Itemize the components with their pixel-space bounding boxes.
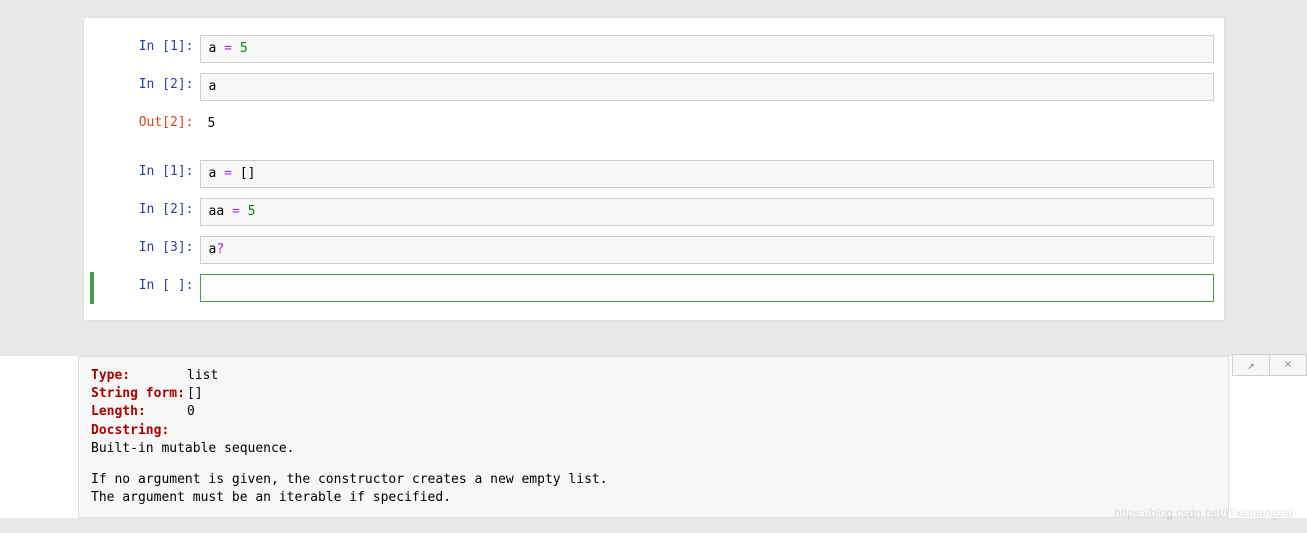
output-cell-2: Out[2]: 5 — [94, 109, 1214, 138]
info-docstring-label: Docstring: — [91, 422, 169, 440]
input-cell-1[interactable]: In [1]: a = 5 — [94, 33, 1214, 65]
code-input-1[interactable]: a = 5 — [200, 35, 1214, 63]
prompt-in-active: In [ ]: — [94, 274, 200, 302]
info-type-value: list — [187, 367, 218, 385]
input-cell-3[interactable]: In [1]: a = [] — [94, 158, 1214, 190]
code-input-active[interactable] — [200, 274, 1214, 302]
info-type-label: Type: — [91, 367, 187, 385]
close-icon: × — [1284, 358, 1291, 372]
info-panel: Type: list String form: [] Length: 0 Doc… — [78, 356, 1229, 518]
prompt-in-4: In [2]: — [94, 198, 200, 226]
input-cell-5[interactable]: In [3]: a? — [94, 234, 1214, 266]
docstring-line-1: Built-in mutable sequence. — [91, 440, 1216, 458]
info-length-value: 0 — [187, 403, 195, 421]
input-cell-active[interactable]: In [ ]: — [90, 272, 1214, 304]
expand-icon: ↗ — [1247, 358, 1254, 373]
info-length-label: Length: — [91, 403, 187, 421]
notebook-container: In [1]: a = 5 In [2]: a Out[2]: 5 In [1]… — [84, 18, 1224, 320]
output-value-2: 5 — [200, 111, 1214, 136]
info-panel-wrapper: ↗ × Type: list String form: [] Length: 0… — [0, 356, 1307, 518]
info-stringform-row: String form: [] — [91, 385, 1216, 403]
code-input-5[interactable]: a? — [200, 236, 1214, 264]
info-type-row: Type: list — [91, 367, 1216, 385]
prompt-out-2: Out[2]: — [94, 111, 200, 136]
input-cell-2[interactable]: In [2]: a — [94, 71, 1214, 103]
code-input-4[interactable]: aa = 5 — [200, 198, 1214, 226]
info-stringform-value: [] — [187, 385, 203, 403]
close-button[interactable]: × — [1269, 354, 1307, 376]
docstring-line-3: The argument must be an iterable if spec… — [91, 489, 1216, 507]
info-docstring-row: Docstring: — [91, 422, 1216, 440]
info-stringform-label: String form: — [91, 385, 187, 403]
input-cell-4[interactable]: In [2]: aa = 5 — [94, 196, 1214, 228]
code-input-3[interactable]: a = [] — [200, 160, 1214, 188]
expand-button[interactable]: ↗ — [1232, 354, 1270, 376]
prompt-in-1: In [1]: — [94, 35, 200, 63]
panel-buttons: ↗ × — [1233, 354, 1307, 376]
code-input-2[interactable]: a — [200, 73, 1214, 101]
info-length-row: Length: 0 — [91, 403, 1216, 421]
prompt-in-2: In [2]: — [94, 73, 200, 101]
docstring-line-2: If no argument is given, the constructor… — [91, 471, 1216, 489]
prompt-in-3: In [1]: — [94, 160, 200, 188]
prompt-in-5: In [3]: — [94, 236, 200, 264]
